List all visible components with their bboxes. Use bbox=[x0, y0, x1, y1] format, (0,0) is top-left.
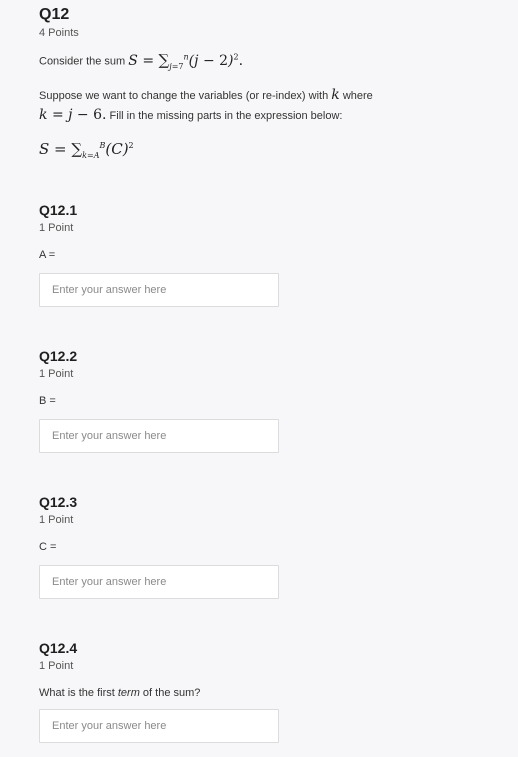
answer-input-c[interactable] bbox=[39, 565, 279, 599]
subquestion-12-2: Q12.2 1 Point B = bbox=[39, 347, 279, 453]
answer-input-a[interactable] bbox=[39, 273, 279, 307]
subquestion-title: Q12.4 bbox=[39, 640, 78, 656]
reindex-text-1: Suppose we want to change the variables … bbox=[39, 90, 329, 102]
subquestion-points: 1 Point bbox=[39, 660, 74, 672]
sum-prefix-text: Consider the sum bbox=[39, 55, 126, 68]
answer-input-first-term[interactable] bbox=[39, 709, 279, 743]
subquestion-points: 1 Point bbox=[39, 514, 74, 526]
first-term-text-1: What is the first bbox=[39, 687, 115, 699]
reindex-expression: k = j − 6. bbox=[39, 107, 107, 123]
subquestion-title: Q12.1 bbox=[39, 202, 78, 218]
first-term-text-2: of the sum? bbox=[142, 687, 201, 699]
target-expression: S = ∑k=AB(C)2 bbox=[39, 140, 134, 160]
reindex-text-2: where bbox=[342, 90, 373, 102]
question-header: Q12 4 Points bbox=[39, 6, 79, 40]
subquestion-12-4: Q12.4 1 Point What is the first term of … bbox=[39, 639, 279, 743]
subquestion-points: 1 Point bbox=[39, 222, 74, 234]
answer-input-b[interactable] bbox=[39, 419, 279, 453]
sum-expression: S = ∑j=7n(j − 2)2. bbox=[128, 50, 244, 71]
question-sum-line: Consider the sum S = ∑j=7n(j − 2)2. bbox=[39, 47, 243, 75]
var-k: k bbox=[331, 87, 340, 103]
subquestion-title: Q12.3 bbox=[39, 494, 78, 510]
subquestion-points: 1 Point bbox=[39, 368, 74, 380]
answer-label-b: B = bbox=[39, 395, 56, 407]
subquestion-title: Q12.2 bbox=[39, 348, 78, 364]
subquestion-12-1: Q12.1 1 Point A = bbox=[39, 201, 279, 307]
subquestion-12-3: Q12.3 1 Point C = bbox=[39, 493, 279, 599]
first-term-question: What is the first term of the sum? bbox=[39, 686, 279, 700]
reindex-text-3: Fill in the missing parts in the express… bbox=[109, 110, 343, 122]
answer-label-c: C = bbox=[39, 541, 57, 553]
answer-label-a: A = bbox=[39, 249, 56, 261]
first-term-emphasis: term bbox=[117, 687, 140, 699]
question-points: 4 Points bbox=[39, 27, 79, 39]
question-page: Q12 4 Points Consider the sum S = ∑j=7n(… bbox=[0, 0, 518, 757]
question-reindex-text: Suppose we want to change the variables … bbox=[39, 86, 439, 126]
question-title: Q12 bbox=[39, 6, 70, 23]
